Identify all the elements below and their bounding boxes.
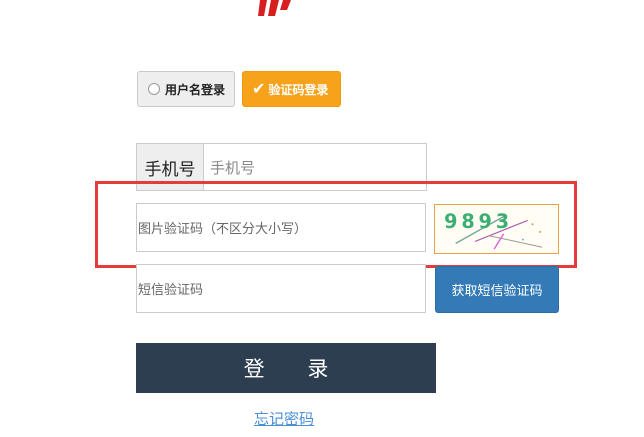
- check-icon: ✔: [252, 79, 266, 98]
- forgot-password-link[interactable]: 忘记密码: [254, 408, 314, 429]
- get-sms-code-button[interactable]: 获取短信验证码: [435, 266, 559, 313]
- radio-icon[interactable]: [148, 83, 160, 95]
- username-login-tab[interactable]: 用户名登录: [137, 71, 235, 107]
- login-button[interactable]: 登 录: [136, 343, 436, 393]
- highlight-box: [95, 181, 577, 268]
- site-logo: [258, 0, 291, 16]
- sms-code-input[interactable]: 短信验证码: [136, 264, 426, 313]
- sms-login-tab[interactable]: ✔ 验证码登录: [242, 71, 341, 107]
- sms-login-label: 验证码登录: [268, 82, 329, 97]
- sms-code-placeholder: 短信验证码: [138, 283, 204, 298]
- phone-placeholder: 手机号: [210, 158, 256, 177]
- username-login-label: 用户名登录: [165, 82, 226, 97]
